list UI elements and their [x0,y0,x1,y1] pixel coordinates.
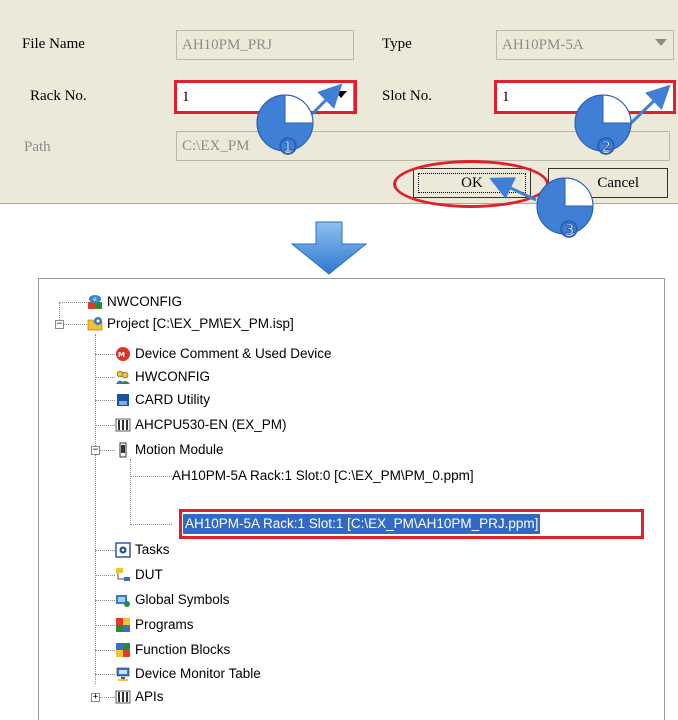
chevron-down-icon [655,39,667,46]
device-comment-icon: M [116,347,130,361]
file-name-value: AH10PM_PRJ [182,37,273,53]
cancel-button[interactable]: Cancel [548,168,668,198]
type-select: AH10PM-5A [496,30,674,60]
down-arrow-icon [290,221,368,275]
type-label: Type [382,36,412,52]
device-monitor-icon [116,667,130,681]
card-utility-icon [117,394,129,406]
collapse-motion-module-toggle[interactable]: − [91,446,100,455]
svg-text:M: M [118,351,125,359]
chevron-down-icon[interactable] [335,91,347,98]
project-tree: − − + e NWCONFIG Project [C:\EX_PM\EX_PM… [38,278,665,720]
rack-no-select[interactable]: 1 [176,82,354,112]
file-name-field: AH10PM_PRJ [176,30,354,60]
ok-highlight [393,160,549,208]
slot-no-label: Slot No. [382,88,433,104]
nwconfig-icon: e [88,295,102,309]
hwconfig-icon [116,370,130,384]
chevron-down-icon[interactable] [655,91,667,98]
dut-icon [116,568,130,581]
svg-text:e: e [93,296,97,303]
global-symbols-icon [116,595,130,607]
module-settings-dialog: File Name AH10PM_PRJ Type AH10PM-5A Rack… [0,0,678,208]
project-folder-icon [87,317,103,331]
collapse-project-toggle[interactable]: − [55,320,64,329]
slot-no-select[interactable]: 1 [496,82,674,112]
path-label: Path [24,139,51,155]
rack-no-label: Rack No. [30,88,87,104]
motion-module-icon [119,442,127,458]
expand-apis-toggle[interactable]: + [91,693,100,702]
path-value: C:\EX_PM [182,138,250,154]
rack-no-value: 1 [182,89,190,105]
callout-3-number: ③ [559,218,579,243]
cpu-module-icon [115,418,131,432]
programs-icon [116,618,130,632]
path-field: C:\EX_PM [176,131,670,161]
slot-no-value: 1 [502,89,510,105]
tasks-icon [115,542,131,558]
cancel-button-label: Cancel [597,175,639,191]
apis-icon [115,690,131,704]
function-blocks-icon [116,643,130,657]
type-value: AH10PM-5A [502,37,584,53]
selected-module-highlight [179,509,644,539]
file-name-label: File Name [22,36,85,52]
